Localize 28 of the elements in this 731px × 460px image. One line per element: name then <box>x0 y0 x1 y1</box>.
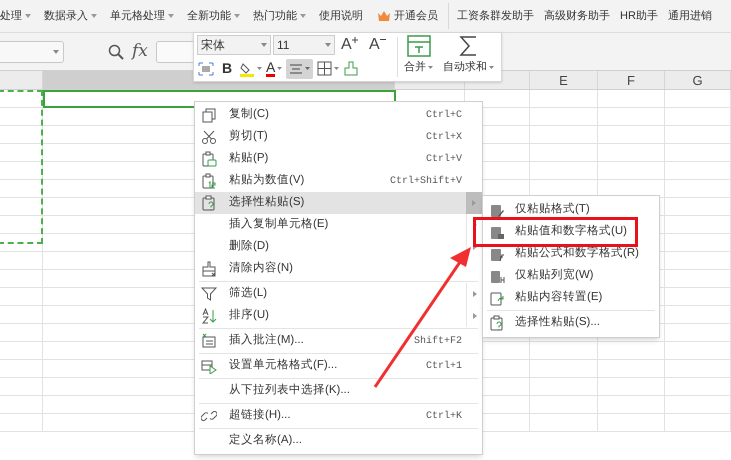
menu-item-label: 从下拉列表中选择(K)... <box>229 382 350 398</box>
menu-item-label: 选择性粘贴(S)... <box>515 314 600 330</box>
menu-item-label: 插入批注(M)... <box>229 332 304 348</box>
menu-item-label: 选择性粘贴(S) <box>229 194 304 210</box>
menu-item-label: 清除内容(N) <box>229 260 293 276</box>
shortcut-text: Ctrl+C <box>426 108 462 122</box>
menu-item-label: 删除(D) <box>229 238 269 254</box>
shortcut-text: Ctrl+X <box>426 130 462 144</box>
menu-item-label: 粘贴为数值(V) <box>229 172 304 188</box>
shortcut-text: Shift+F2 <box>414 334 462 348</box>
menu-item-label: 粘贴内容转置(E) <box>515 289 602 306</box>
menu-item-label: 定义名称(A)... <box>229 432 302 448</box>
menu-item-label: 插入复制单元格(E) <box>229 216 328 232</box>
menu-item-label: 设置单元格格式(F)... <box>229 358 338 374</box>
menu-item-label: 超链接(H)... <box>229 408 291 424</box>
shortcut-text: Ctrl+K <box>426 410 462 424</box>
shortcut-text: Ctrl+V <box>426 152 462 166</box>
menu-item-label: 排序(U) <box>229 307 269 324</box>
menu-item-label: 仅粘贴列宽(W) <box>515 267 594 284</box>
menu-item-label: 筛选(L) <box>229 286 268 302</box>
shortcut-text: Ctrl+1 <box>426 360 462 374</box>
menu-item-label: 复制(C) <box>229 106 269 122</box>
menu-item-label: 粘贴(P) <box>229 150 268 166</box>
menu-item-label: 剪切(T) <box>229 128 268 144</box>
menu-item-label: 粘贴公式和数字格式(R) <box>515 246 639 262</box>
shortcut-text: Ctrl+Shift+V <box>390 174 462 188</box>
menu-item-label: 粘贴值和数字格式(U) <box>515 223 627 240</box>
menu-item-label: 仅粘贴格式(T) <box>515 202 590 218</box>
